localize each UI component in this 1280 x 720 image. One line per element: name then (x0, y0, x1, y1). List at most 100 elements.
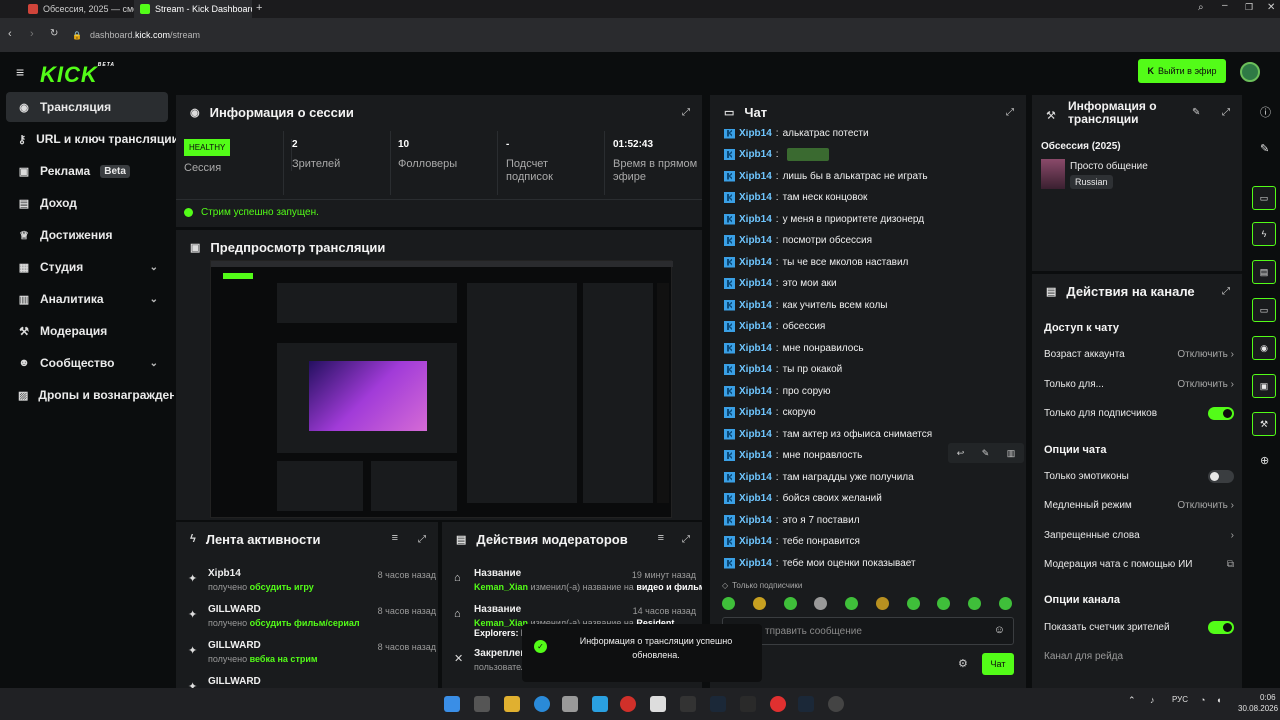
chat-message[interactable]: Xipb14: мне понравилось (724, 338, 864, 358)
volume-icon[interactable]: ◖ (1216, 695, 1221, 705)
pin-icon[interactable]: ✎ (982, 448, 990, 459)
expand-icon[interactable]: ⤢ (1006, 107, 1014, 118)
telegram-icon[interactable] (592, 696, 608, 712)
expand-icon[interactable]: ⤢ (418, 534, 426, 545)
emote-icon[interactable] (998, 597, 1012, 610)
game-icon[interactable] (740, 696, 756, 712)
widget-toggle-5[interactable]: ◉ (1252, 336, 1276, 360)
viewer-count-row[interactable]: Показать счетчик зрителей (1044, 617, 1234, 637)
edit-icon[interactable]: ✎ (1260, 142, 1269, 155)
minimize-icon[interactable]: – (1222, 0, 1228, 11)
emotes-only-toggle[interactable] (1208, 469, 1234, 483)
followers-only-row[interactable]: Только для... Отключить › (1044, 374, 1234, 394)
chat-message[interactable]: Xipb14: там наградды уже получила (724, 467, 914, 487)
category-thumbnail[interactable] (1041, 159, 1065, 189)
sidebar-item-community[interactable]: ☻ Сообщество ⌄ (6, 348, 168, 378)
chat-message[interactable]: Xipb14: это мои аки (724, 274, 837, 294)
reply-icon[interactable]: ↩ (957, 448, 965, 459)
delete-icon[interactable]: ▥ (1007, 448, 1016, 459)
raid-channel-row[interactable]: Канал для рейда (1044, 646, 1234, 666)
chat-message[interactable]: Xipb14: тебе мои оценки показывает (724, 553, 916, 573)
widget-toggle-4[interactable]: ▭ (1252, 298, 1276, 322)
slow-mode-row[interactable]: Медленный режим Отключить › (1044, 495, 1234, 515)
chat-username[interactable]: Xipb14 (739, 343, 772, 354)
info-icon[interactable]: ⓘ (1260, 104, 1271, 120)
chat-message[interactable]: Xipb14: скорую (724, 403, 816, 423)
emote-icon[interactable] (845, 597, 859, 610)
chat-input[interactable]: тправить сообщение ☺ (722, 617, 1014, 645)
sidebar-item-broadcast[interactable]: ◉ Трансляция (6, 92, 168, 122)
banned-words-row[interactable]: Запрещенные слова › (1044, 525, 1234, 545)
account-age-row[interactable]: Возраст аккаунта Отключить › (1044, 344, 1234, 364)
steam-icon-2[interactable] (798, 696, 814, 712)
explorer-icon[interactable] (504, 696, 520, 712)
emote-icon[interactable] (937, 597, 951, 610)
store-icon[interactable] (562, 696, 578, 712)
opera-icon[interactable] (620, 696, 636, 712)
emote-icon[interactable] (968, 597, 982, 610)
clock-time[interactable]: 0:06 (1260, 693, 1276, 702)
expand-icon[interactable]: ⤢ (682, 534, 690, 545)
chat-message[interactable]: Xipb14: обсессия (724, 317, 825, 337)
subscribers-only-toggle[interactable] (1208, 406, 1234, 420)
emoji-icon[interactable]: ☺ (994, 624, 1005, 636)
chat-message[interactable]: Xipb14: (724, 145, 829, 165)
chat-message[interactable]: Xipb14: мне понравлость (724, 446, 862, 466)
chat-username[interactable]: Xipb14 (739, 429, 772, 440)
widget-toggle-7[interactable]: ⚒ (1252, 412, 1276, 436)
chevron-up-icon[interactable]: ⌃ (1128, 695, 1136, 706)
chat-username[interactable]: Xipb14 (739, 235, 772, 246)
chat-message[interactable]: Xipb14: у меня в приоритете дизонерд (724, 209, 924, 229)
emote-icon[interactable] (814, 597, 828, 610)
chat-username[interactable]: Xipb14 (739, 149, 772, 160)
chat-username[interactable]: Xipb14 (739, 300, 772, 311)
obs-icon[interactable] (828, 696, 844, 712)
widget-toggle-6[interactable]: ▣ (1252, 374, 1276, 398)
chat-message[interactable]: Xipb14: там неск концовок (724, 188, 867, 208)
chat-username[interactable]: Xipb14 (739, 129, 772, 139)
emotes-only-row[interactable]: Только эмотиконы (1044, 466, 1234, 486)
language-indicator[interactable]: РУС (1172, 695, 1188, 704)
chat-message[interactable]: Xipb14: лишь бы в алькатрас не играть (724, 166, 928, 186)
expand-icon[interactable]: ⤢ (1222, 107, 1230, 118)
sidebar-item-url-key[interactable]: ⚷ URL и ключ трансляции (6, 124, 179, 154)
add-widget-icon[interactable]: ⊕ (1260, 454, 1269, 467)
emote-icon[interactable] (783, 597, 797, 610)
browser-tab-movie[interactable]: Обсессия, 2025 — смотр... (22, 0, 134, 18)
browser-tab-kick[interactable]: Stream - Kick Dashboard (134, 0, 252, 18)
chat-send-button[interactable]: Чат (982, 653, 1014, 675)
yandex-icon[interactable] (770, 696, 786, 712)
chat-username[interactable]: Xipb14 (739, 192, 772, 203)
chat-message[interactable]: Xipb14: как учитель всем колы (724, 295, 887, 315)
emote-icon[interactable] (752, 597, 766, 610)
edge-icon[interactable] (534, 696, 550, 712)
expand-icon[interactable]: ⤢ (682, 107, 690, 118)
windows-start-icon[interactable] (444, 696, 460, 712)
forward-icon[interactable]: › (30, 28, 34, 40)
wifi-icon[interactable]: ◔ (1200, 695, 1205, 705)
chat-username[interactable]: Xipb14 (739, 278, 772, 289)
mic-icon[interactable]: ♪ (1150, 695, 1155, 705)
menu-icon[interactable]: ≡ (16, 64, 24, 80)
sidebar-item-drops[interactable]: ▨ Дропы и вознаграждени (6, 380, 174, 410)
subscribers-only-row[interactable]: Только для подписчиков (1044, 403, 1234, 423)
new-tab-icon[interactable]: + (256, 2, 262, 14)
chat-message[interactable]: Xipb14: это я 7 поставил (724, 510, 860, 530)
chat-username[interactable]: Xipb14 (739, 536, 772, 547)
epic-icon[interactable] (680, 696, 696, 712)
chat-message[interactable]: Xipb14: тебе понравится (724, 532, 860, 552)
expand-icon[interactable]: ⤢ (1222, 286, 1230, 297)
emote-icon[interactable] (722, 597, 735, 610)
chat-message[interactable]: Xipb14: ты че все мколов наставил (724, 252, 908, 272)
emote-icon[interactable] (875, 597, 889, 610)
chat-username[interactable]: Xipb14 (739, 171, 772, 182)
sidebar-item-analytics[interactable]: ▥ Аналитика ⌄ (6, 284, 168, 314)
steam-icon[interactable] (710, 696, 726, 712)
chat-username[interactable]: Xipb14 (739, 214, 772, 225)
ai-moderation-row[interactable]: Модерация чата с помощью ИИ ⧉ (1044, 554, 1234, 574)
category-name[interactable]: Просто общение (1070, 161, 1148, 172)
chat-message[interactable]: Xipb14: там актер из офыиса снимается (724, 424, 932, 444)
chat-message[interactable]: Xipb14: ты пр окакой (724, 360, 842, 380)
chat-username[interactable]: Xipb14 (739, 515, 772, 526)
chat-username[interactable]: Xipb14 (739, 386, 772, 397)
